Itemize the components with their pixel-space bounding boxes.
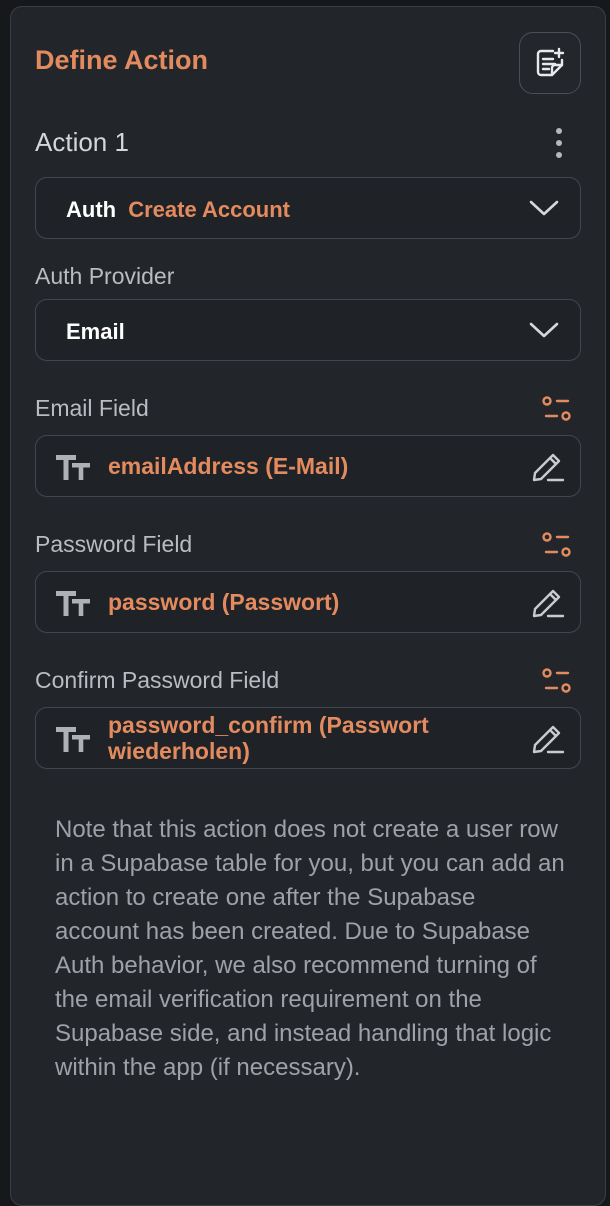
more-vertical-icon[interactable] [549,128,569,158]
pencil-icon[interactable] [530,450,566,484]
confirm-password-field-value: password_confirm (Passwort wiederholen) [108,712,429,764]
action-title: Action 1 [35,127,129,157]
supabase-note: Note that this action does not create a … [55,816,565,1081]
text-type-icon [56,727,90,752]
action-type-dropdown[interactable]: Auth Create Account [35,177,581,239]
chevron-down-icon [529,322,559,338]
email-field-label: Email Field [35,395,149,421]
password-field-label: Password Field [35,531,193,557]
sliders-icon[interactable] [541,393,573,425]
pencil-icon[interactable] [530,722,566,756]
auth-provider-value: Email [66,319,125,344]
password-field-value: password (Passwort) [108,589,340,615]
sliders-icon[interactable] [541,529,573,561]
chevron-down-icon [529,200,559,216]
text-type-icon [56,455,90,480]
sliders-icon[interactable] [541,665,573,697]
define-action-panel: Define Action Action 1 Auth Create Accou… [10,6,606,1206]
action-type-prefix: Auth [66,197,117,222]
action-type-value: Create Account [128,197,290,222]
auth-provider-label: Auth Provider [35,263,175,289]
password-field-input[interactable]: password (Passwort) [35,571,581,633]
pencil-icon[interactable] [530,586,566,620]
add-note-button[interactable] [519,32,581,94]
note-add-icon [536,47,565,77]
email-field-value: emailAddress (E-Mail) [108,453,349,479]
confirm-password-field-input[interactable]: password_confirm (Passwort wiederholen) [35,707,581,769]
auth-provider-dropdown[interactable]: Email [35,299,581,361]
text-type-icon [56,591,90,616]
panel-title: Define Action [35,45,209,75]
confirm-password-field-label: Confirm Password Field [35,667,280,693]
email-field-input[interactable]: emailAddress (E-Mail) [35,435,581,497]
